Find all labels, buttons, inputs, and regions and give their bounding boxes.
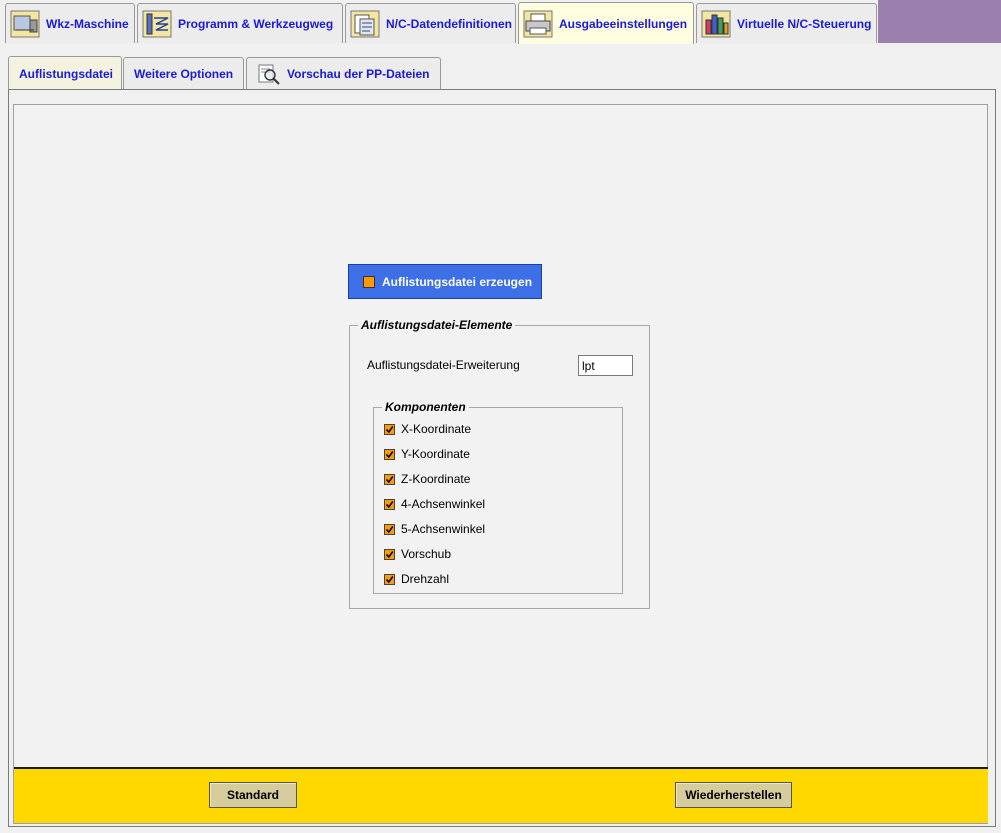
tab-bar-filler: [878, 0, 1001, 43]
component-drehzahl[interactable]: Drehzahl: [384, 570, 449, 588]
checkbox[interactable]: [384, 448, 395, 460]
subtab-auflistungsdatei[interactable]: Auflistungsdatei: [8, 56, 122, 90]
toolpath-icon: [142, 9, 172, 39]
printer-icon: [523, 9, 553, 39]
top-tab-bar: Wkz-Maschine Programm & Werkzeugweg N/C-…: [0, 0, 1001, 44]
virtual-controller-icon: [701, 9, 731, 39]
extension-input[interactable]: [578, 355, 633, 376]
checkbox[interactable]: [384, 548, 395, 560]
components-legend: Komponenten: [385, 400, 466, 414]
component-x-koordinate[interactable]: X-Koordinate: [384, 420, 471, 438]
checkbox[interactable]: [384, 473, 395, 485]
standard-button[interactable]: Standard: [209, 782, 297, 808]
listing-elements-legend: Auflistungsdatei-Elemente: [361, 318, 513, 332]
component-vorschub[interactable]: Vorschub: [384, 545, 451, 563]
subtab-vorschau-pp-dateien[interactable]: Vorschau der PP-Dateien: [246, 57, 441, 89]
checkbox[interactable]: [384, 523, 395, 535]
nc-data-icon: [350, 9, 380, 39]
tab-programm-werkzeugweg[interactable]: Programm & Werkzeugweg: [137, 3, 343, 43]
component-z-koordinate[interactable]: Z-Koordinate: [384, 470, 470, 488]
checkbox[interactable]: [384, 423, 395, 435]
footer-bar: Standard Wiederherstellen: [14, 767, 988, 823]
component-y-koordinate[interactable]: Y-Koordinate: [384, 445, 470, 463]
tab-virtuelle-nc-steuerung[interactable]: Virtuelle N/C-Steuerung: [696, 3, 877, 43]
machine-tool-icon: [10, 9, 40, 39]
checkbox[interactable]: [384, 498, 395, 510]
component-5-achsenwinkel[interactable]: 5-Achsenwinkel: [384, 520, 485, 538]
tab-ausgabeeinstellungen[interactable]: Ausgabeeinstellungen: [518, 2, 694, 44]
toggle-indicator: [363, 275, 375, 288]
create-listing-file-toggle[interactable]: Auflistungsdatei erzeugen: [348, 264, 542, 299]
magnifier-icon: [257, 63, 281, 85]
component-4-achsenwinkel[interactable]: 4-Achsenwinkel: [384, 495, 485, 513]
subtab-weitere-optionen[interactable]: Weitere Optionen: [123, 57, 244, 89]
restore-button[interactable]: Wiederherstellen: [675, 782, 792, 808]
tab-nc-datendefinitionen[interactable]: N/C-Datendefinitionen: [345, 3, 516, 43]
extension-label: Auflistungsdatei-Erweiterung: [367, 358, 520, 372]
tab-wkz-maschine[interactable]: Wkz-Maschine: [5, 3, 135, 43]
checkbox[interactable]: [384, 573, 395, 585]
